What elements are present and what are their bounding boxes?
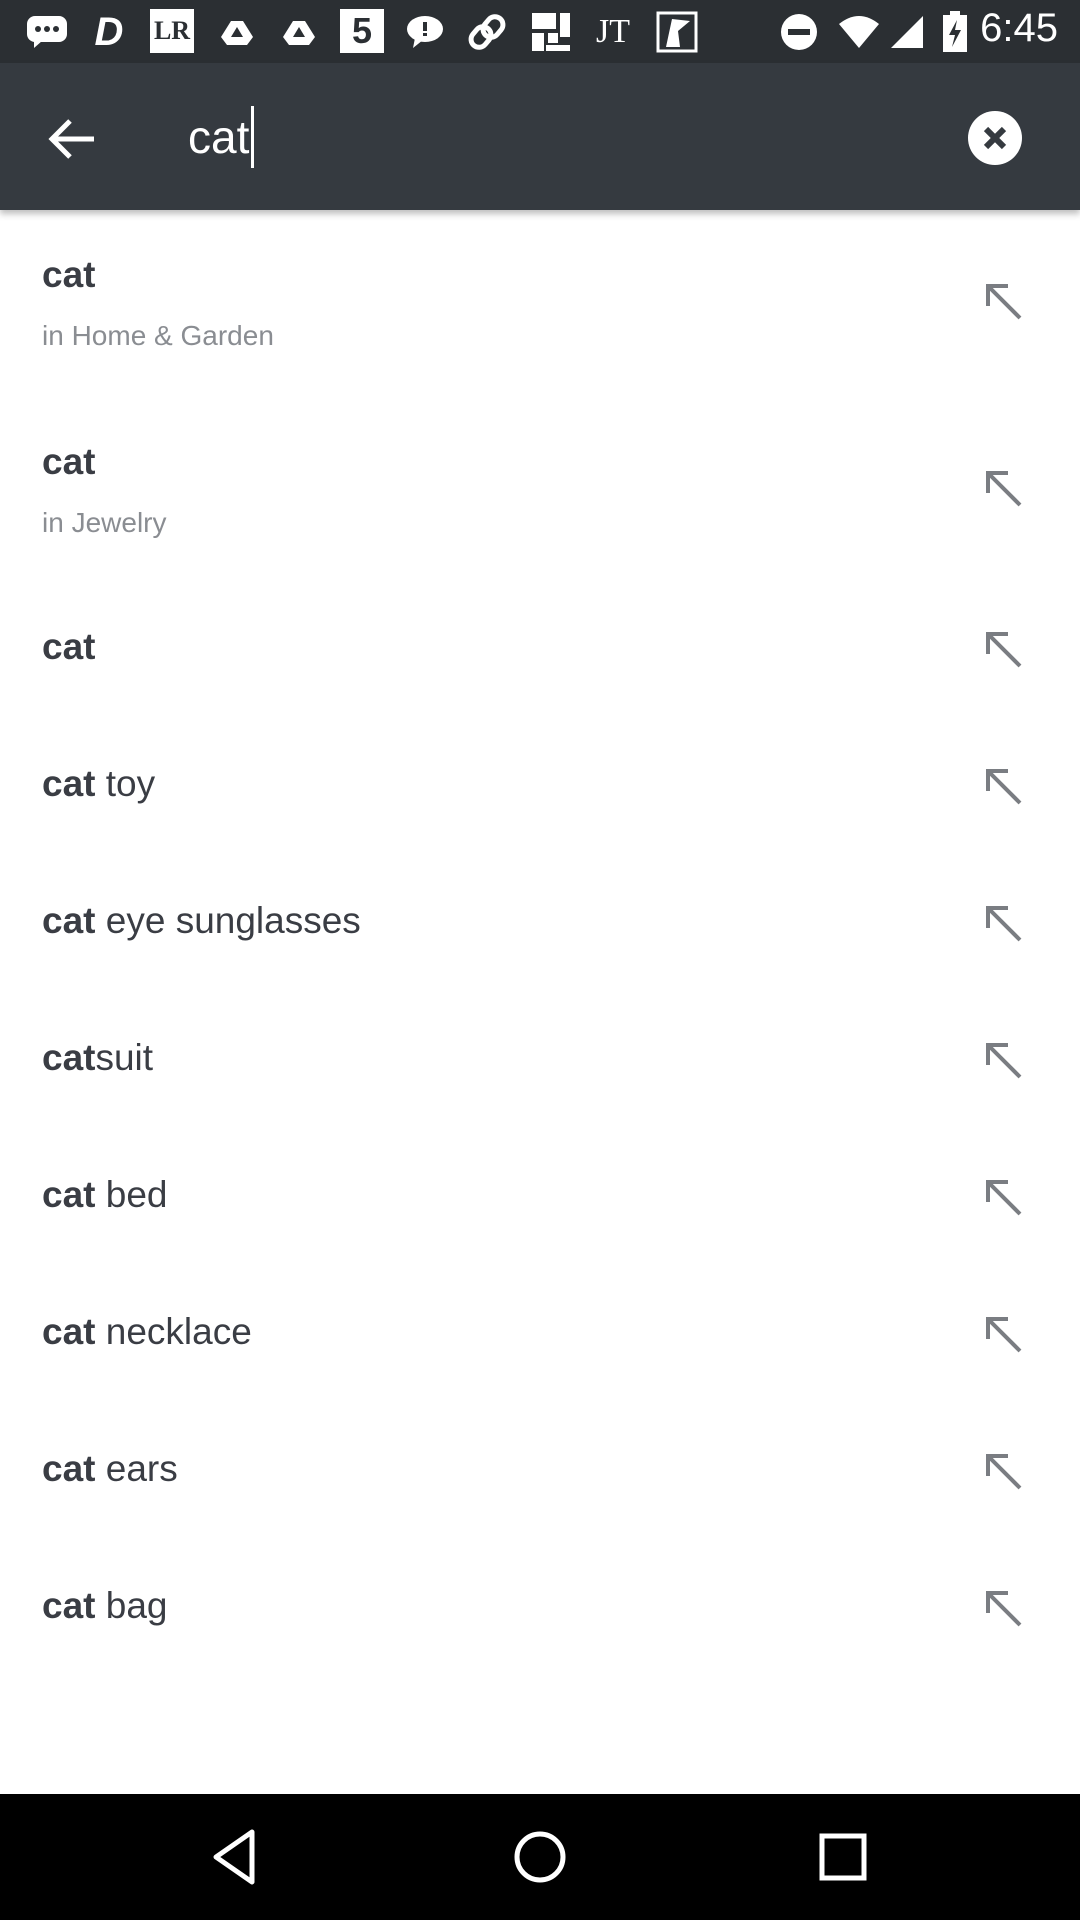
cloud-drive-icon: [276, 9, 322, 55]
arrow-up-left-icon[interactable]: [982, 628, 1026, 672]
suggestion-text: cat necklace: [42, 1311, 252, 1352]
arrow-up-left-icon[interactable]: [982, 1176, 1026, 1220]
suggestion-text: cat: [42, 441, 96, 482]
cloud-drive-icon: [214, 9, 260, 55]
suggestion-text: cat eye sunglasses: [42, 900, 361, 941]
suggestion-text: cat bed: [42, 1174, 168, 1215]
back-button[interactable]: [42, 109, 102, 169]
arrow-up-left-icon[interactable]: [982, 1587, 1026, 1631]
battery-charging-icon: [932, 9, 978, 55]
suggestion-item[interactable]: cat: [0, 584, 1080, 721]
suggestion-text: cat bag: [42, 1585, 168, 1626]
suggestion-item[interactable]: cat necklace: [0, 1269, 1080, 1406]
suggestion-item[interactable]: catsuit: [0, 995, 1080, 1132]
status-bar: D LR 5 JT 6:45: [0, 0, 1080, 63]
clear-search-button[interactable]: [968, 111, 1022, 165]
suggestion-item[interactable]: cat bag: [0, 1543, 1080, 1680]
cell-signal-icon: [884, 9, 930, 55]
suggestion-text: cat toy: [42, 763, 156, 804]
close-icon: [983, 126, 1007, 150]
suggestion-category: in Home & Garden: [42, 320, 274, 351]
message-icon: [402, 9, 448, 55]
clock: 6:45: [980, 6, 1058, 50]
search-input[interactable]: cat: [188, 106, 255, 168]
link-app-icon: [464, 9, 510, 55]
arrow-up-left-icon[interactable]: [982, 467, 1026, 511]
d-app-icon: D: [94, 9, 124, 54]
nav-recents-icon[interactable]: [810, 1824, 876, 1890]
suggestion-item[interactable]: cat in Jewelry: [0, 397, 1080, 584]
lr-app-icon: LR: [150, 9, 194, 53]
arrow-up-left-icon[interactable]: [982, 1450, 1026, 1494]
search-toolbar: cat: [0, 63, 1080, 210]
chat-bubble-icon: [24, 9, 70, 55]
jt-app-icon: JT: [596, 13, 630, 50]
suggestion-text: cat: [42, 626, 96, 667]
suggestion-item[interactable]: cat eye sunglasses: [0, 858, 1080, 995]
suggestion-item[interactable]: cat in Home & Garden: [0, 210, 1080, 397]
suggestion-list: cat in Home & Garden cat in Jewelry cat …: [0, 210, 1080, 1680]
number-5-app-icon: 5: [340, 9, 384, 53]
arrow-up-left-icon[interactable]: [982, 280, 1026, 324]
nav-home-icon[interactable]: [507, 1824, 573, 1890]
wifi-icon: [836, 9, 882, 55]
arrow-left-icon: [48, 119, 94, 159]
suggestion-item[interactable]: cat bed: [0, 1132, 1080, 1269]
do-not-disturb-icon: [776, 9, 822, 55]
search-query-text: cat: [188, 111, 250, 163]
suggestion-item[interactable]: cat toy: [0, 721, 1080, 858]
navigation-bar: [0, 1794, 1080, 1920]
arrow-up-left-icon[interactable]: [982, 1313, 1026, 1357]
image-app-icon: [654, 9, 700, 55]
text-cursor: [251, 106, 255, 168]
suggestion-text: catsuit: [42, 1037, 154, 1078]
suggestion-item[interactable]: cat ears: [0, 1406, 1080, 1543]
arrow-up-left-icon[interactable]: [982, 765, 1026, 809]
suggestion-category: in Jewelry: [42, 507, 167, 538]
arrow-up-left-icon[interactable]: [982, 1039, 1026, 1083]
grid-app-icon: [528, 9, 574, 55]
arrow-up-left-icon[interactable]: [982, 902, 1026, 946]
suggestion-text: cat: [42, 254, 96, 295]
suggestion-text: cat ears: [42, 1448, 178, 1489]
nav-back-icon[interactable]: [204, 1824, 270, 1890]
